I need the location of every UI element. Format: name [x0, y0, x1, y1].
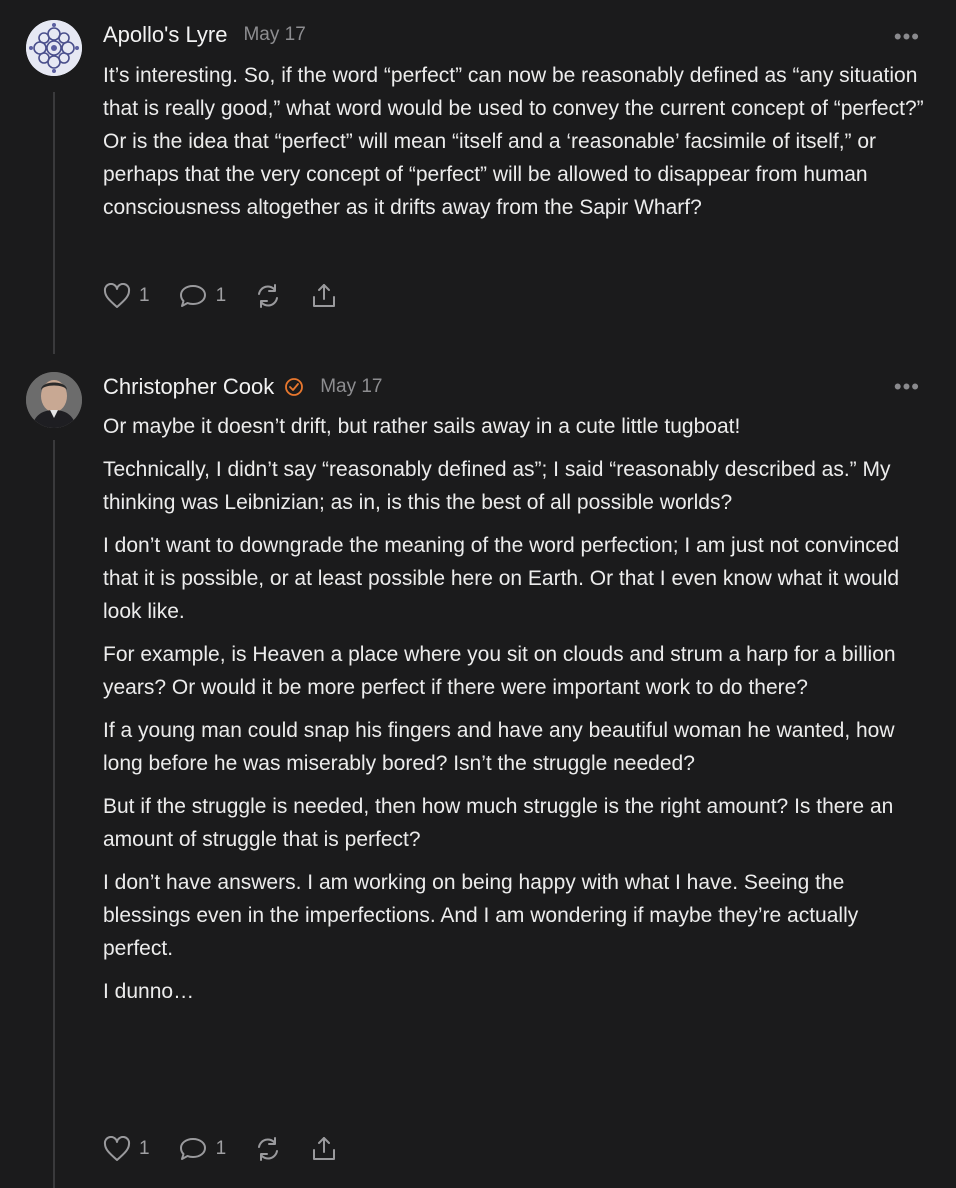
like-button[interactable]: 1	[103, 1136, 150, 1162]
comment-paragraph: For example, is Heaven a place where you…	[103, 643, 896, 699]
comment-paragraph: It’s interesting. So, if the word “perfe…	[103, 64, 924, 219]
author-name[interactable]: Apollo's Lyre	[103, 22, 227, 48]
comment-date[interactable]: May 17	[320, 376, 382, 398]
comment-actions: 1 1	[103, 282, 366, 310]
share-icon	[313, 284, 336, 307]
share-button[interactable]	[310, 282, 338, 310]
author-name[interactable]: Christopher Cook	[103, 374, 274, 400]
more-dots-icon[interactable]: •••	[894, 374, 920, 400]
comment-body: Or maybe it doesn’t drift, but rather sa…	[103, 410, 933, 1018]
comment-date[interactable]: May 17	[243, 24, 305, 46]
comment-paragraph: I don’t want to downgrade the meaning of…	[103, 534, 900, 623]
reply-button[interactable]: 1	[178, 1136, 227, 1162]
like-button[interactable]: 1	[103, 283, 150, 309]
restack-button[interactable]	[254, 1136, 282, 1162]
reply-count: 1	[215, 1138, 227, 1159]
share-icon	[313, 1137, 336, 1160]
comment-meta: Christopher Cook May 17	[103, 374, 383, 400]
comment-paragraph: I don’t have answers. I am working on be…	[103, 871, 859, 960]
comment-paragraph: If a young man could snap his fingers an…	[103, 719, 895, 775]
reply-count: 1	[215, 285, 227, 306]
heart-icon	[103, 283, 131, 308]
comment-bubble-icon	[179, 1138, 206, 1160]
share-button[interactable]	[310, 1135, 338, 1163]
restack-icon	[258, 1137, 279, 1161]
more-dots-icon[interactable]: •••	[894, 24, 920, 50]
kaleidoscope-pattern-avatar-image	[26, 20, 82, 76]
verified-check-icon	[285, 378, 304, 396]
comment-bubble-icon	[179, 285, 206, 307]
reply-button[interactable]: 1	[178, 283, 227, 309]
avatar[interactable]	[26, 372, 82, 428]
comment-1: Apollo's Lyre May 17 ••• It’s interestin…	[0, 0, 956, 350]
comment-actions: 1 1	[103, 1135, 366, 1163]
comment-paragraph: Technically, I didn’t say “reasonably de…	[103, 458, 891, 514]
comment-paragraph: I dunno…	[103, 980, 195, 1003]
comment-body: It’s interesting. So, if the word “perfe…	[103, 59, 933, 234]
comment-2: Christopher Cook May 17 ••• Or maybe it …	[0, 360, 956, 1188]
comment-paragraph: Or maybe it doesn’t drift, but rather sa…	[103, 415, 741, 438]
like-count: 1	[139, 1138, 150, 1159]
restack-button[interactable]	[254, 283, 282, 309]
like-count: 1	[139, 285, 150, 306]
avatar[interactable]	[26, 20, 82, 76]
comment-paragraph: But if the struggle is needed, then how …	[103, 795, 894, 851]
comment-meta: Apollo's Lyre May 17	[103, 22, 306, 48]
heart-icon	[103, 1136, 131, 1161]
photo-avatar-image	[26, 372, 82, 428]
restack-icon	[258, 284, 279, 308]
